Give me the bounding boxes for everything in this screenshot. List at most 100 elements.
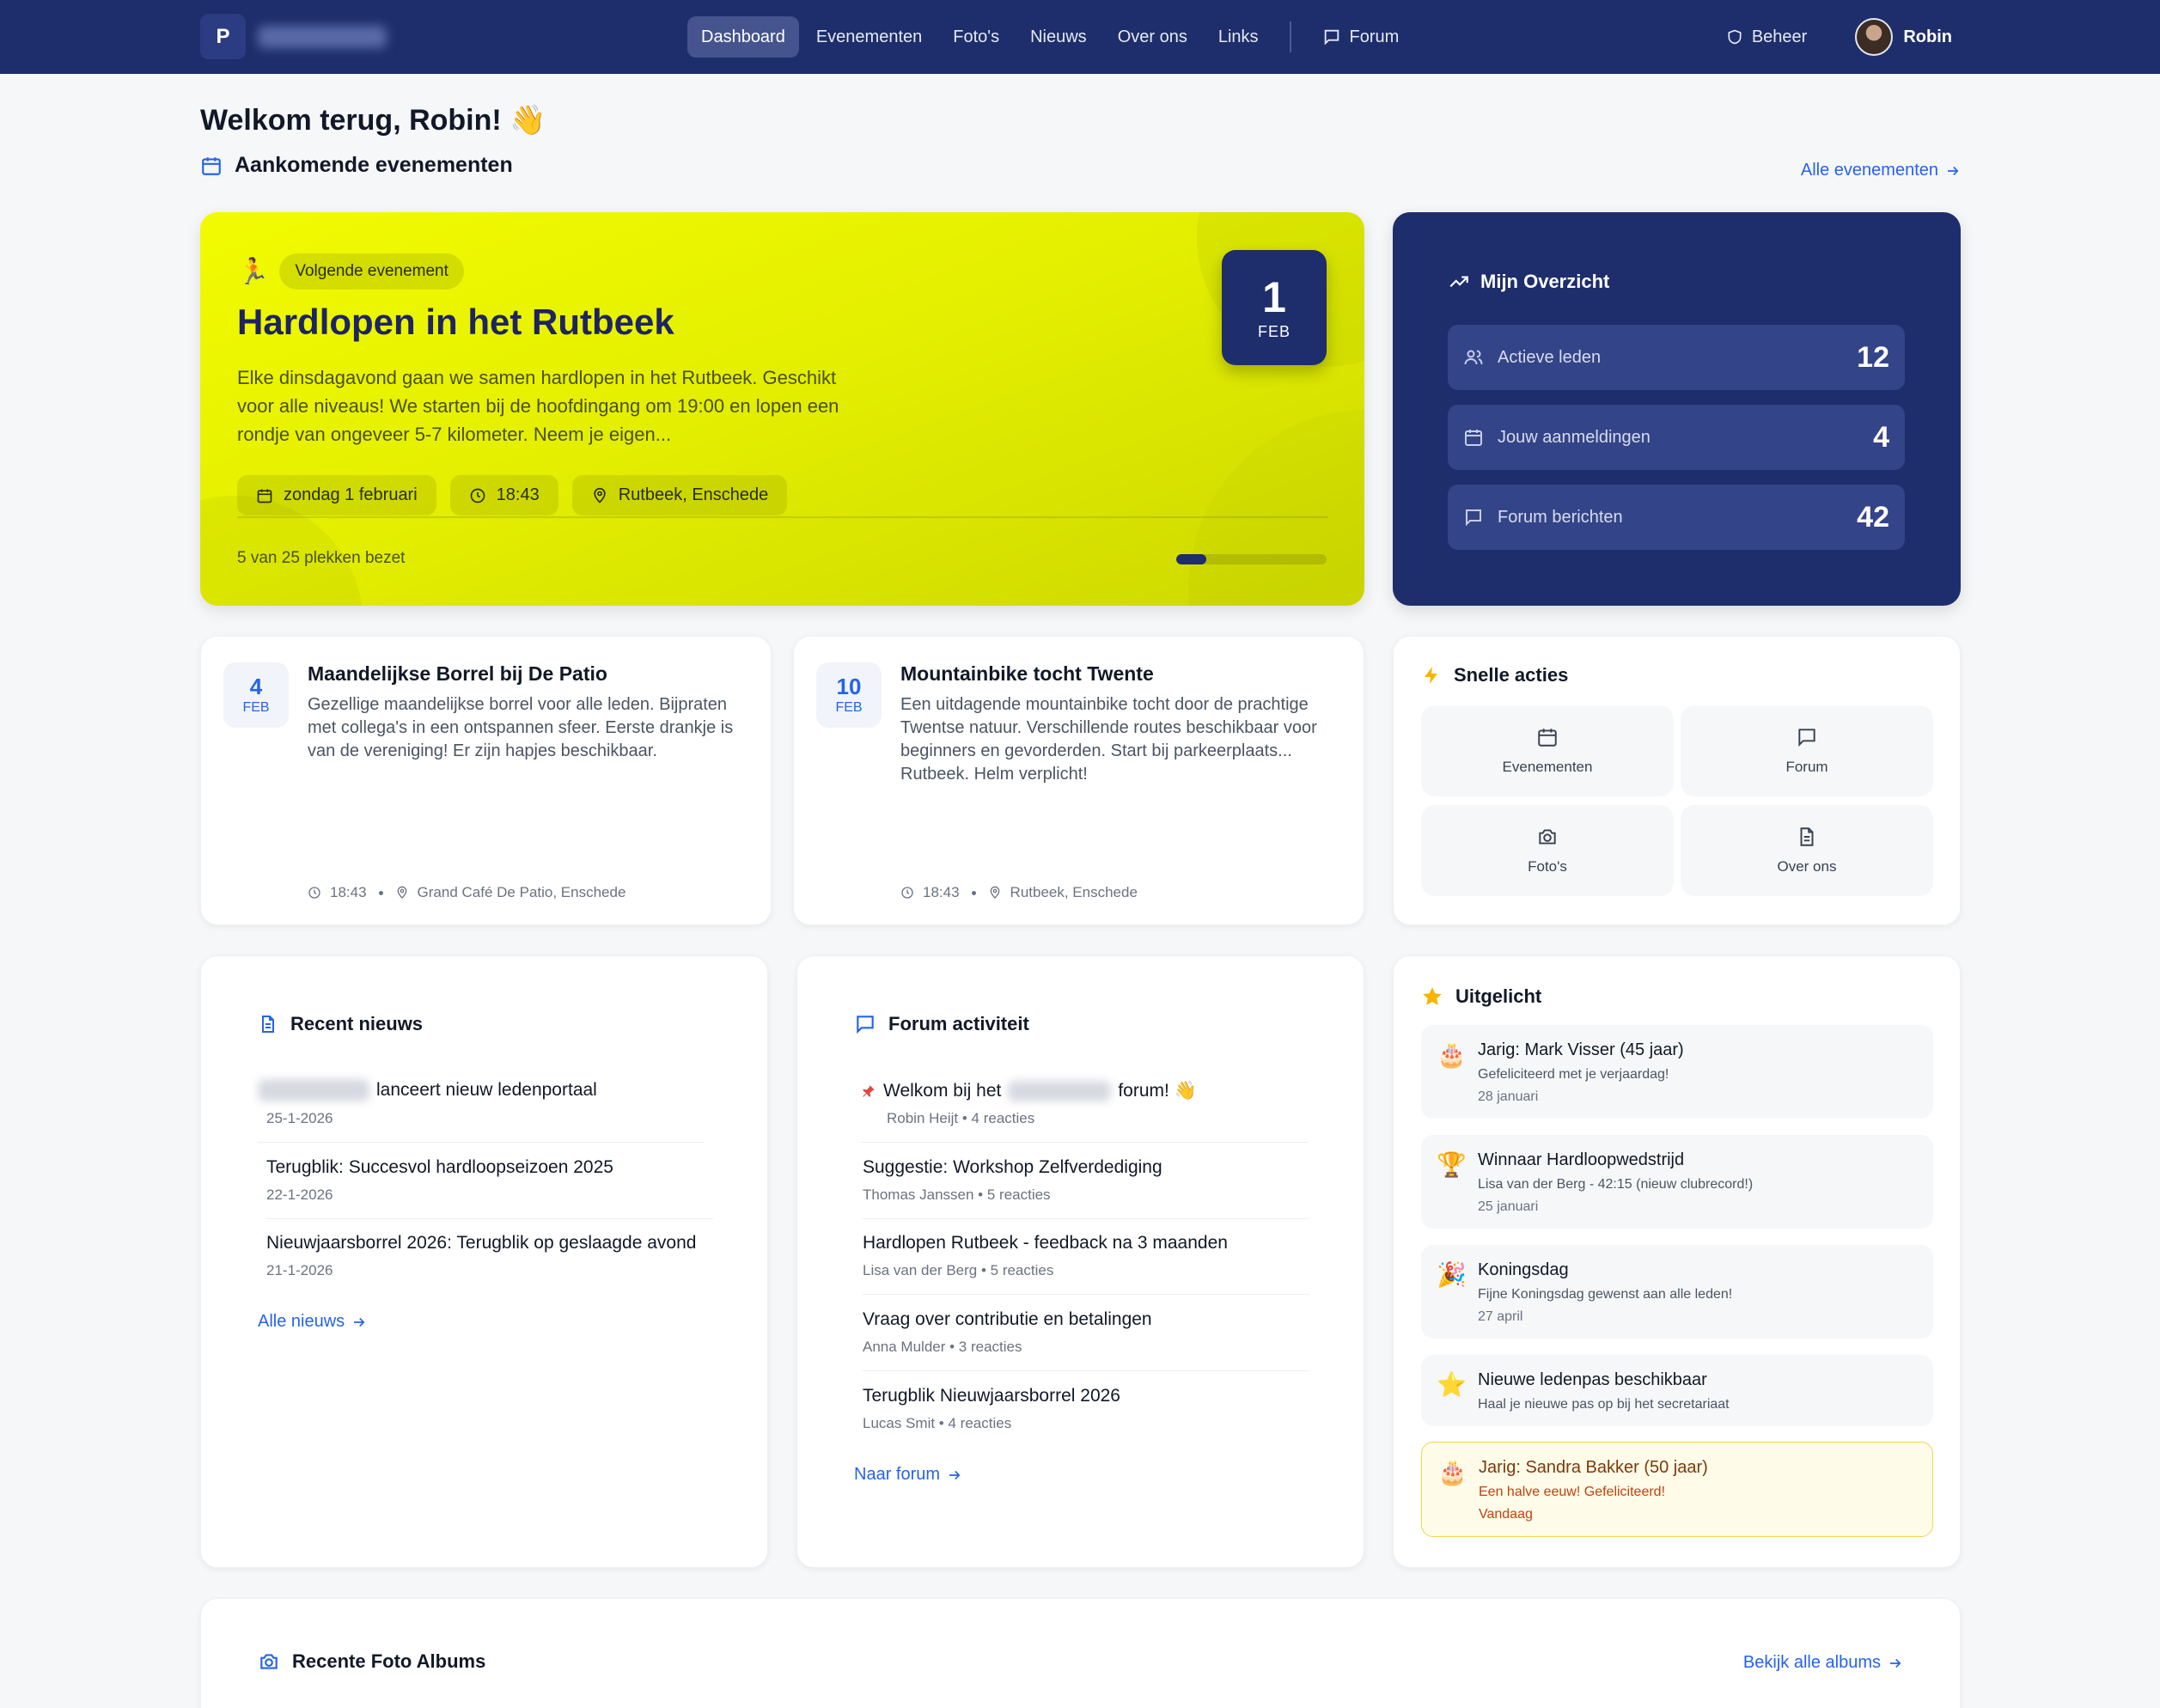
recent-albums-title: Recente Foto Albums [292, 1650, 486, 1672]
featured-item-date: 27 april [1478, 1309, 1523, 1324]
featured-card: Uitgelicht 🎂 Jarig: Mark Visser (45 jaar… [1393, 955, 1961, 1568]
trophy-icon: 🏆 [1437, 1151, 1467, 1178]
forum-topic[interactable]: Terugblik Nieuwjaarsborrel 2026 Lucas Sm… [863, 1386, 1309, 1432]
featured-item-date: 25 januari [1478, 1199, 1539, 1214]
arrow-right-icon [947, 1467, 962, 1483]
stat-label: Actieve leden [1498, 347, 1602, 367]
stat-active-members[interactable]: Actieve leden 12 [1448, 325, 1905, 390]
quick-action-label: Foto's [1528, 858, 1567, 875]
avatar [1855, 18, 1894, 56]
featured-item-date: Vandaag [1479, 1507, 1533, 1522]
all-albums-link[interactable]: Bekijk alle albums [1743, 1653, 1903, 1673]
event-month: FEB [242, 700, 270, 715]
featured-item[interactable]: 🏆 Winnaar Hardloopwedstrijd Lisa van der… [1421, 1135, 1933, 1229]
spots-progress-bar [1176, 554, 1327, 564]
stat-label: Forum berichten [1498, 507, 1623, 527]
featured-title: Uitgelicht [1455, 985, 1542, 1007]
separator-dot [971, 890, 976, 895]
nav-forum[interactable]: Forum [1309, 16, 1413, 58]
event-location: Rutbeek, Enschede [1010, 884, 1138, 900]
event-day: 4 [249, 674, 263, 699]
forum-topic-pinned[interactable]: Welkom bij het forum! 👋 Robin Heijt • 4 … [861, 1081, 1308, 1143]
event-time: 18:43 [923, 884, 960, 900]
featured-item-subtitle: Lisa van der Berg - 42:15 (nieuw clubrec… [1478, 1177, 1754, 1192]
calendar-icon [200, 155, 223, 177]
next-event-title: Hardlopen in het Rutbeek [237, 302, 674, 342]
nav-over-ons[interactable]: Over ons [1104, 16, 1201, 58]
featured-item[interactable]: ⭐ Nieuwe ledenpas beschikbaar Haal je ni… [1421, 1355, 1933, 1426]
nav-dashboard[interactable]: Dashboard [687, 16, 799, 58]
featured-item[interactable]: 🎂 Jarig: Mark Visser (45 jaar) Gefelicit… [1421, 1025, 1933, 1119]
next-event-month: FEB [1257, 322, 1291, 340]
all-news-link[interactable]: Alle nieuws [258, 1312, 367, 1332]
nav-links[interactable]: Links [1205, 16, 1272, 58]
document-icon [258, 1014, 278, 1034]
clock-icon [469, 487, 486, 504]
forum-topic[interactable]: Hardlopen Rutbeek - feedback na 3 maande… [863, 1233, 1309, 1295]
clock-icon [308, 886, 321, 900]
forum-topic-meta: Robin Heijt • 4 reacties [887, 1110, 1035, 1126]
nav-evenementen[interactable]: Evenementen [802, 16, 936, 58]
news-item[interactable]: Terugblik: Succesvol hardloopseizoen 202… [266, 1157, 713, 1219]
brand-name-redacted [258, 26, 387, 48]
all-news-label: Alle nieuws [258, 1312, 345, 1331]
event-meta: 18:43 Rutbeek, Enschede [900, 884, 1138, 901]
event-time: 18:43 [330, 884, 367, 900]
forum-topic-title: Vraag over contributie en betalingen [863, 1309, 1152, 1329]
forum-topic-title: Suggestie: Workshop Zelfverdediging [863, 1157, 1162, 1177]
arrow-right-icon [351, 1315, 367, 1330]
to-forum-link[interactable]: Naar forum [854, 1465, 962, 1485]
decor-circle [1188, 410, 1364, 606]
quick-action-over-ons[interactable]: Over ons [1681, 805, 1933, 896]
event-title: Mountainbike tocht Twente [900, 662, 1154, 685]
forum-topic[interactable]: Vraag over contributie en betalingen Ann… [863, 1309, 1309, 1371]
stat-forum-posts[interactable]: Forum berichten 42 [1448, 485, 1905, 550]
featured-item-highlighted[interactable]: 🎂 Jarig: Sandra Bakker (50 jaar) Een hal… [1421, 1442, 1933, 1537]
stat-value: 12 [1857, 340, 1889, 374]
news-item[interactable]: Nieuwjaarsborrel 2026: Terugblik op gesl… [266, 1233, 713, 1279]
nav-nieuws[interactable]: Nieuws [1016, 16, 1101, 58]
event-date-badge: 10 FEB [816, 662, 882, 728]
forum-topic-title-prefix: Welkom bij het [883, 1081, 1002, 1101]
quick-actions-grid: Evenementen Forum Foto's Over ons [1421, 705, 1933, 896]
nav-beheer[interactable]: Beheer [1712, 16, 1821, 58]
arrow-right-icon [1888, 1656, 1903, 1671]
divider [237, 516, 1328, 518]
event-description: Een uitdagende mountainbike tocht door d… [900, 695, 1317, 784]
quick-action-label: Over ons [1777, 858, 1837, 875]
featured-item-title: Jarig: Mark Visser (45 jaar) [1478, 1040, 1684, 1059]
stat-my-registrations[interactable]: Jouw aanmeldingen 4 [1448, 405, 1905, 470]
next-event-card[interactable]: 🏃 Volgende evenement Hardlopen in het Ru… [200, 212, 1364, 606]
quick-actions-title: Snelle acties [1454, 664, 1569, 686]
event-card[interactable]: 4 FEB Maandelijkse Borrel bij De Patio G… [200, 636, 772, 925]
forum-topic[interactable]: Suggestie: Workshop Zelfverdediging Thom… [863, 1157, 1309, 1219]
featured-item[interactable]: 🎉 Koningsdag Fijne Koningsdag gewenst aa… [1421, 1245, 1933, 1339]
top-navbar: P Dashboard Evenementen Foto's Nieuws Ov… [0, 0, 2160, 74]
quick-action-fotos[interactable]: Foto's [1421, 805, 1674, 896]
user-menu[interactable]: Robin [1855, 18, 1952, 56]
news-item-date: 25-1-2026 [266, 1110, 333, 1126]
event-card[interactable]: 10 FEB Mountainbike tocht Twente Een uit… [793, 636, 1364, 925]
news-item-title: Nieuwjaarsborrel 2026: Terugblik op gesl… [266, 1233, 697, 1253]
nav-fotos[interactable]: Foto's [939, 16, 1013, 58]
forum-topic-title-suffix: forum! 👋 [1118, 1081, 1197, 1101]
featured-item-title: Nieuwe ledenpas beschikbaar [1478, 1370, 1707, 1389]
quick-action-forum[interactable]: Forum [1681, 705, 1933, 796]
nav-divider [1289, 21, 1291, 52]
forum-topic-meta: Lucas Smit • 4 reacties [863, 1415, 1012, 1431]
featured-item-subtitle: Gefeliciteerd met je verjaardag! [1478, 1067, 1669, 1082]
next-event-badge-row: 🏃 Volgende evenement [237, 253, 464, 290]
recent-news-heading: Recent nieuws [258, 1013, 423, 1035]
all-events-link[interactable]: Alle evenementen [1801, 161, 1961, 180]
all-albums-label: Bekijk alle albums [1742, 1653, 1881, 1672]
star-icon [1421, 985, 1443, 1008]
news-item[interactable]: lanceert nieuw ledenportaal 25-1-2026 [258, 1079, 705, 1143]
quick-action-evenementen[interactable]: Evenementen [1421, 705, 1674, 796]
forum-topic-title: Welkom bij het forum! 👋 [861, 1081, 1308, 1101]
next-event-badge: Volgende evenement [279, 253, 464, 290]
logo[interactable]: P [200, 14, 246, 59]
star-icon: ⭐ [1437, 1371, 1467, 1398]
party-popper-icon: 🎉 [1437, 1261, 1467, 1288]
event-month: FEB [835, 700, 863, 715]
quick-actions-card: Snelle acties Evenementen Forum Foto's O… [1393, 636, 1961, 925]
